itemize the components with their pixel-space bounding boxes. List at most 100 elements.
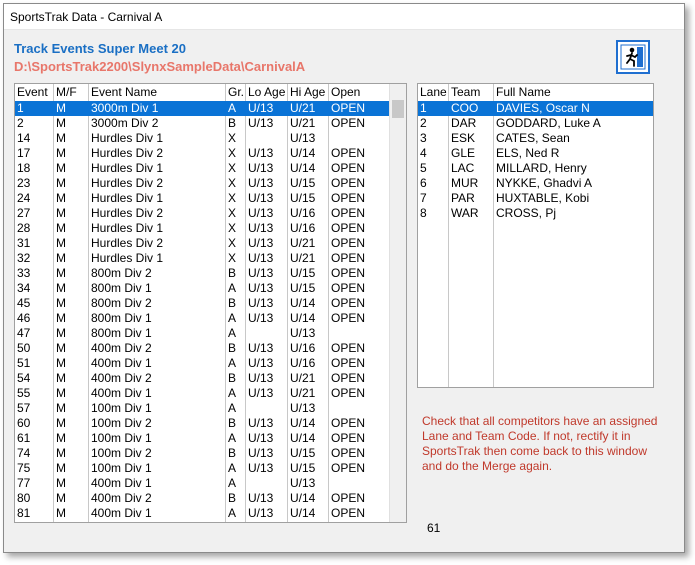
table-cell: 800m Div 2 <box>91 266 152 280</box>
table-cell: B <box>228 416 237 430</box>
table-cell: M <box>56 266 66 280</box>
table-cell: Hurdles Div 1 <box>91 131 164 145</box>
table-cell: A <box>228 311 237 325</box>
table-row[interactable]: 45 M 800m Div 2 B U/13 U/14 OPEN <box>15 296 390 311</box>
table-cell: 24 <box>17 191 31 205</box>
table-row[interactable]: 31 M Hurdles Div 2 X U/13 U/21 OPEN <box>15 236 390 251</box>
table-cell: OPEN <box>331 431 366 445</box>
table-row[interactable]: 1 COO DAVIES, Oscar N <box>418 101 653 116</box>
table-cell: Hurdles Div 2 <box>91 176 164 190</box>
table-row[interactable]: 60 M 100m Div 2 B U/13 U/14 OPEN <box>15 416 390 431</box>
table-cell: U/13 <box>290 326 316 340</box>
column-header[interactable]: M/F <box>54 84 89 100</box>
table-cell: M <box>56 416 66 430</box>
table-row[interactable]: 1 M 3000m Div 1 A U/13 U/21 OPEN <box>15 101 390 116</box>
table-cell: 60 <box>17 416 31 430</box>
scrollbar-thumb[interactable] <box>392 100 404 118</box>
table-cell: OPEN <box>331 146 366 160</box>
table-cell <box>246 401 288 416</box>
table-cell: 7 <box>420 191 427 205</box>
title-bar[interactable]: SportsTrak Data - Carnival A <box>4 4 684 30</box>
table-cell: 1 <box>17 101 24 115</box>
table-row[interactable]: 8 WAR CROSS, Pj <box>418 206 653 221</box>
table-cell: OPEN <box>331 506 366 520</box>
table-row[interactable]: 2 M 3000m Div 2 B U/13 U/21 OPEN <box>15 116 390 131</box>
table-cell: Hurdles Div 2 <box>91 146 164 160</box>
table-cell: 800m Div 2 <box>91 296 152 310</box>
table-row[interactable]: 2 DAR GODDARD, Luke A <box>418 116 653 131</box>
table-cell: M <box>56 131 66 145</box>
column-header[interactable]: Lane <box>418 84 449 100</box>
table-row[interactable]: 54 M 400m Div 2 B U/13 U/21 OPEN <box>15 371 390 386</box>
column-header[interactable]: Full Name <box>494 84 652 100</box>
column-header[interactable]: Gr. <box>226 84 246 100</box>
table-row[interactable]: 80 M 400m Div 2 B U/13 U/14 OPEN <box>15 491 390 506</box>
table-cell: M <box>56 371 66 385</box>
table-cell: LAC <box>451 161 475 175</box>
table-cell: 6 <box>420 176 427 190</box>
table-row[interactable]: 75 M 100m Div 1 A U/13 U/15 OPEN <box>15 461 390 476</box>
table-cell: OPEN <box>331 461 366 475</box>
table-cell: U/13 <box>248 491 274 505</box>
vertical-scrollbar[interactable] <box>389 84 406 522</box>
events-list[interactable]: Event M/F Event Name Gr. Lo Age Hi Age Open 1 M 3… <box>14 83 407 523</box>
window-title: SportsTrak Data - Carnival A <box>10 10 163 24</box>
table-cell: 3 <box>420 131 427 145</box>
table-row[interactable]: 7 PAR HUXTABLE, Kobi <box>418 191 653 206</box>
table-cell <box>246 131 288 146</box>
table-row[interactable]: 14 M Hurdles Div 1 X U/13 <box>15 131 390 146</box>
table-row[interactable]: 74 M 100m Div 2 B U/13 U/15 OPEN <box>15 446 390 461</box>
table-cell: OPEN <box>331 266 366 280</box>
table-cell: OPEN <box>331 356 366 370</box>
table-row[interactable]: 6 MUR NYKKE, Ghadvi A <box>418 176 653 191</box>
table-cell: OPEN <box>331 221 366 235</box>
table-cell: M <box>56 461 66 475</box>
table-row[interactable]: 46 M 800m Div 1 A U/13 U/14 OPEN <box>15 311 390 326</box>
table-row[interactable]: 81 M 400m Div 1 A U/13 U/14 OPEN <box>15 506 390 521</box>
column-header[interactable]: Event Name <box>89 84 226 100</box>
table-row[interactable]: 77 M 400m Div 1 A U/13 <box>15 476 390 491</box>
table-row[interactable]: 57 M 100m Div 1 A U/13 <box>15 401 390 416</box>
table-row[interactable]: 33 M 800m Div 2 B U/13 U/15 OPEN <box>15 266 390 281</box>
table-row[interactable]: 51 M 400m Div 1 A U/13 U/16 OPEN <box>15 356 390 371</box>
table-row[interactable]: 5 LAC MILLARD, Henry <box>418 161 653 176</box>
table-cell: WAR <box>451 206 479 220</box>
table-row[interactable]: 28 M Hurdles Div 1 X U/13 U/16 OPEN <box>15 221 390 236</box>
table-cell: U/21 <box>290 251 316 265</box>
table-row[interactable]: 55 M 400m Div 1 A U/13 U/21 OPEN <box>15 386 390 401</box>
exit-button[interactable] <box>616 40 650 74</box>
table-row[interactable]: 24 M Hurdles Div 1 X U/13 U/15 OPEN <box>15 191 390 206</box>
table-cell: OPEN <box>331 176 366 190</box>
table-cell: U/15 <box>290 191 316 205</box>
table-cell: U/14 <box>290 311 316 325</box>
table-cell: U/13 <box>248 356 274 370</box>
table-cell: OPEN <box>331 236 366 250</box>
lanes-list[interactable]: Lane Team Full Name 1 COO DAVIES, Oscar N 2 DAR… <box>417 83 654 388</box>
table-row[interactable]: 18 M Hurdles Div 1 X U/13 U/14 OPEN <box>15 161 390 176</box>
table-cell: 55 <box>17 386 31 400</box>
table-cell: 8 <box>420 206 427 220</box>
table-cell: U/13 <box>248 146 274 160</box>
table-cell: 46 <box>17 311 31 325</box>
table-cell: MILLARD, Henry <box>496 161 587 175</box>
column-header[interactable]: Open <box>329 84 389 100</box>
table-row[interactable]: 4 GLE ELS, Ned R <box>418 146 653 161</box>
table-row[interactable]: 23 M Hurdles Div 2 X U/13 U/15 OPEN <box>15 176 390 191</box>
table-cell: DAR <box>451 116 477 130</box>
table-cell: 74 <box>17 446 31 460</box>
table-row[interactable]: 61 M 100m Div 1 A U/13 U/14 OPEN <box>15 431 390 446</box>
table-row[interactable]: 47 M 800m Div 1 A U/13 <box>15 326 390 341</box>
column-header[interactable]: Team <box>449 84 494 100</box>
table-row[interactable]: 17 M Hurdles Div 2 X U/13 U/14 OPEN <box>15 146 390 161</box>
table-cell: 14 <box>17 131 31 145</box>
table-row[interactable]: 27 M Hurdles Div 2 X U/13 U/16 OPEN <box>15 206 390 221</box>
table-row[interactable]: 32 M Hurdles Div 1 X U/13 U/21 OPEN <box>15 251 390 266</box>
table-cell: OPEN <box>331 251 366 265</box>
table-row[interactable]: 50 M 400m Div 2 B U/13 U/16 OPEN <box>15 341 390 356</box>
column-header[interactable]: Event <box>15 84 54 100</box>
table-row[interactable]: 3 ESK CATES, Sean <box>418 131 653 146</box>
column-header[interactable]: Hi Age <box>288 84 329 100</box>
table-row[interactable]: 34 M 800m Div 1 A U/13 U/15 OPEN <box>15 281 390 296</box>
table-cell: 27 <box>17 206 31 220</box>
column-header[interactable]: Lo Age <box>246 84 288 100</box>
